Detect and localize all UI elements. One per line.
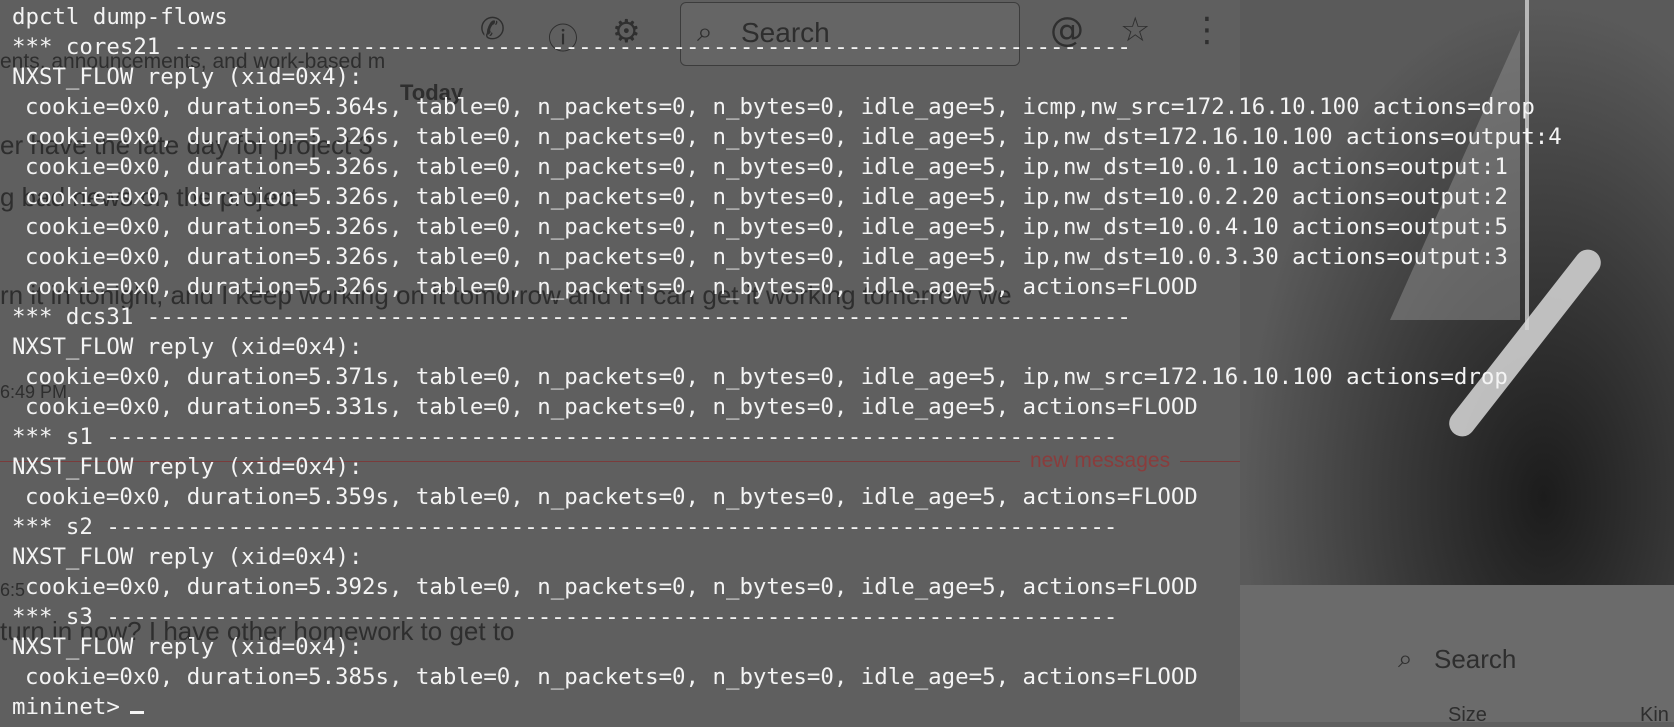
- flow-entry-line: cookie=0x0, duration=5.385s, table=0, n_…: [25, 664, 1198, 690]
- terminal-output: dpctl dump-flows *** cores21 ------------…: [12, 2, 1674, 692]
- flow-entry-line: cookie=0x0, duration=5.326s, table=0, n_…: [25, 214, 1508, 240]
- switch-header-line: *** s2 ---------------------------------…: [12, 514, 1118, 540]
- terminal-prompt: mininet>: [12, 694, 120, 720]
- flow-entry-line: cookie=0x0, duration=5.326s, table=0, n_…: [25, 154, 1508, 180]
- flow-entry-line: cookie=0x0, duration=5.371s, table=0, n_…: [25, 364, 1508, 390]
- flow-reply-line: NXST_FLOW reply (xid=0x4):: [12, 334, 363, 360]
- flow-reply-line: NXST_FLOW reply (xid=0x4):: [12, 64, 363, 90]
- flow-entry-line: cookie=0x0, duration=5.359s, table=0, n_…: [25, 484, 1198, 510]
- command-line: dpctl dump-flows: [12, 4, 228, 30]
- flow-entry-line: cookie=0x0, duration=5.331s, table=0, n_…: [25, 394, 1198, 420]
- flow-reply-line: NXST_FLOW reply (xid=0x4):: [12, 544, 363, 570]
- switch-header-line: *** s3 ---------------------------------…: [12, 604, 1118, 630]
- flow-reply-line: NXST_FLOW reply (xid=0x4):: [12, 634, 363, 660]
- terminal-cursor: [129, 711, 144, 714]
- flow-entry-line: cookie=0x0, duration=5.326s, table=0, n_…: [25, 274, 1198, 300]
- switch-header-line: *** dcs31 ------------------------------…: [12, 304, 1131, 330]
- flow-entry-line: cookie=0x0, duration=5.364s, table=0, n_…: [25, 94, 1535, 120]
- flow-entry-line: cookie=0x0, duration=5.326s, table=0, n_…: [25, 124, 1562, 150]
- terminal-window[interactable]: dpctl dump-flows *** cores21 ------------…: [0, 0, 1674, 722]
- flow-reply-line: NXST_FLOW reply (xid=0x4):: [12, 454, 363, 480]
- switch-header-line: *** cores21 ----------------------------…: [12, 34, 1131, 60]
- terminal-prompt-line[interactable]: mininet>: [12, 692, 1674, 722]
- flow-entry-line: cookie=0x0, duration=5.326s, table=0, n_…: [25, 244, 1508, 270]
- flow-entry-line: cookie=0x0, duration=5.326s, table=0, n_…: [25, 184, 1508, 210]
- switch-header-line: *** s1 ---------------------------------…: [12, 424, 1118, 450]
- flow-entry-line: cookie=0x0, duration=5.392s, table=0, n_…: [25, 574, 1198, 600]
